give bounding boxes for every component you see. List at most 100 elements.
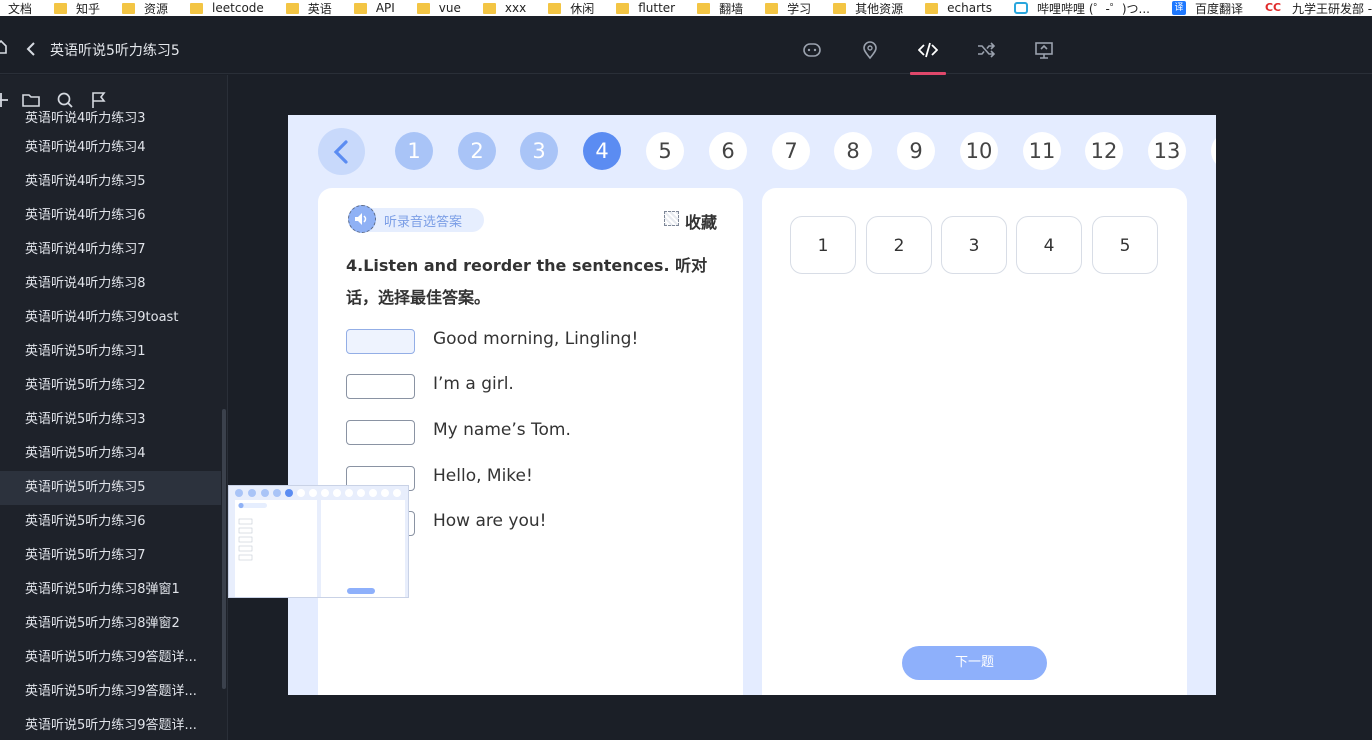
bookmark-label: 休闲: [570, 1, 595, 16]
answer-input[interactable]: [346, 374, 415, 399]
prev-question-button[interactable]: [318, 128, 365, 175]
bookmark-item[interactable]: CC 九学王研发部 - 幕客: [1265, 0, 1372, 16]
sidebar-item[interactable]: 英语听说4听力练习3: [0, 111, 221, 131]
sidebar-item[interactable]: 英语听说5听力练习6: [0, 505, 221, 539]
folder-icon: [482, 2, 496, 14]
bookmark-label: 哔哩哔哩 (゜-゜)つ...: [1037, 1, 1150, 16]
folder-icon[interactable]: [22, 91, 40, 109]
sidebar-item[interactable]: 英语听说5听力练习9答题详...: [0, 641, 221, 675]
speaker-icon[interactable]: [348, 205, 376, 233]
bookmark-item[interactable]: 译百度翻译: [1171, 0, 1243, 16]
bookmark-label: xxx: [504, 1, 527, 15]
bookmark-label: 翻墙: [719, 1, 744, 16]
bookmark-label: 九学王研发部 - 幕客: [1291, 1, 1372, 16]
question-number[interactable]: 2: [458, 132, 496, 170]
sidebar-item[interactable]: 英语听说5听力练习2: [0, 369, 221, 403]
design-canvas: 1 2 3 4 5 6 7 8 9 10 11 12 13 听录音选答案 收藏 …: [288, 115, 1216, 695]
sentence: Good morning, Lingling!: [433, 329, 639, 349]
sidebar-item[interactable]: 英语听说4听力练习8: [0, 267, 221, 301]
bookmark-label: 知乎: [76, 1, 101, 16]
option-box[interactable]: 2: [866, 216, 932, 274]
sidebar-item[interactable]: 英语听说5听力练习4: [0, 437, 221, 471]
bookmark-item[interactable]: 休闲: [548, 0, 594, 16]
add-icon[interactable]: [0, 91, 10, 109]
answer-input[interactable]: [346, 420, 415, 445]
question-number[interactable]: 6: [709, 132, 747, 170]
bookmark-item[interactable]: 资源: [122, 0, 168, 16]
folder-icon: [765, 2, 779, 14]
sidebar-item[interactable]: 英语听说5听力练习3: [0, 403, 221, 437]
chat-icon[interactable]: [802, 40, 822, 60]
sidebar-item[interactable]: 英语听说5听力练习1: [0, 335, 221, 369]
bookmark-item[interactable]: leetcode: [190, 0, 264, 16]
question-number[interactable]: 9: [897, 132, 935, 170]
option-box[interactable]: 3: [941, 216, 1007, 274]
bookmark-item[interactable]: xxx: [482, 0, 527, 16]
bookmark-label: 文档: [8, 1, 33, 16]
sidebar-item[interactable]: 英语听说4听力练习6: [0, 199, 221, 233]
sentence: My name’s Tom.: [433, 420, 571, 440]
bookmark-label: 学习: [787, 1, 812, 16]
thumbnail-canvas: [229, 486, 408, 597]
bookmark-item[interactable]: API: [353, 0, 395, 16]
bookmark-label: flutter: [638, 1, 676, 15]
sidebar-item[interactable]: 英语听说4听力练习4: [0, 131, 221, 165]
home-icon[interactable]: [0, 40, 7, 54]
sidebar-item[interactable]: 英语听说5听力练习9答题详...: [0, 675, 221, 709]
sidebar-scrollbar[interactable]: [222, 409, 226, 689]
sidebar-item[interactable]: 英语听说4听力练习7: [0, 233, 221, 267]
bookmark-label: 其他资源: [855, 1, 904, 16]
bookmark-item[interactable]: 知乎: [54, 0, 100, 16]
favorite-icon[interactable]: [664, 211, 679, 226]
option-box[interactable]: 5: [1092, 216, 1158, 274]
question-number[interactable]: 7: [772, 132, 810, 170]
sidebar-item[interactable]: 英语听说5听力练习7: [0, 539, 221, 573]
project-title: 英语听说5听力练习5: [50, 43, 180, 59]
bookmark-item[interactable]: 文档: [8, 0, 32, 16]
sidebar-item[interactable]: 英语听说4听力练习9toast: [0, 301, 221, 335]
question-number[interactable]: 1: [395, 132, 433, 170]
bookmark-item[interactable]: 翻墙: [697, 0, 743, 16]
bookmark-item[interactable]: echarts: [925, 0, 992, 16]
question-number[interactable]: 8: [834, 132, 872, 170]
answer-input[interactable]: [346, 329, 415, 354]
question-number[interactable]: 10: [960, 132, 998, 170]
page-list: 英语听说4听力练习3 英语听说4听力练习4 英语听说4听力练习5 英语听说4听力…: [0, 111, 227, 740]
bookmark-item[interactable]: 英语: [285, 0, 332, 16]
bookmark-item[interactable]: vue: [416, 0, 461, 16]
question-number[interactable]: 3: [520, 132, 558, 170]
question-number[interactable]: 5: [646, 132, 684, 170]
option-box[interactable]: 4: [1016, 216, 1082, 274]
bookmark-label: 资源: [144, 1, 169, 16]
bookmark-item[interactable]: 学习: [765, 0, 811, 16]
bookmark-item[interactable]: 其他资源: [833, 0, 903, 16]
favorite-label[interactable]: 收藏: [685, 209, 717, 233]
bookmark-label: API: [375, 1, 395, 15]
sidebar-item[interactable]: 英语听说4听力练习5: [0, 165, 221, 199]
shuffle-icon[interactable]: [976, 40, 996, 60]
folder-icon: [353, 2, 367, 14]
question-number-current[interactable]: 4: [583, 132, 621, 170]
option-box[interactable]: 1: [790, 216, 856, 274]
audio-label[interactable]: 听录音选答案: [384, 211, 462, 230]
question-number[interactable]: 11: [1023, 132, 1061, 170]
code-icon[interactable]: [918, 40, 938, 60]
question-number-overflow[interactable]: [1211, 132, 1216, 170]
sidebar-item-active[interactable]: 英语听说5听力练习5: [0, 471, 221, 505]
flag-icon[interactable]: [90, 91, 108, 109]
search-icon[interactable]: [56, 91, 74, 109]
sidebar-item[interactable]: 英语听说5听力练习9答题详...: [0, 709, 221, 740]
location-pin-icon[interactable]: [860, 40, 880, 60]
bookmark-label: 百度翻译: [1194, 1, 1243, 16]
question-number[interactable]: 13: [1148, 132, 1186, 170]
bookmark-item[interactable]: 哔哩哔哩 (゜-゜)つ...: [1014, 0, 1150, 16]
sidebar-item[interactable]: 英语听说5听力练习8弹窗1: [0, 573, 221, 607]
sidebar-item[interactable]: 英语听说5听力练习8弹窗2: [0, 607, 221, 641]
cc-icon: CC: [1264, 1, 1282, 14]
question-number[interactable]: 12: [1085, 132, 1123, 170]
bookmark-item[interactable]: flutter: [616, 0, 675, 16]
next-question-button[interactable]: 下一题: [902, 646, 1047, 680]
folder-icon: [697, 2, 711, 14]
back-chevron-icon[interactable]: [24, 41, 38, 57]
board-icon[interactable]: [1034, 40, 1054, 60]
